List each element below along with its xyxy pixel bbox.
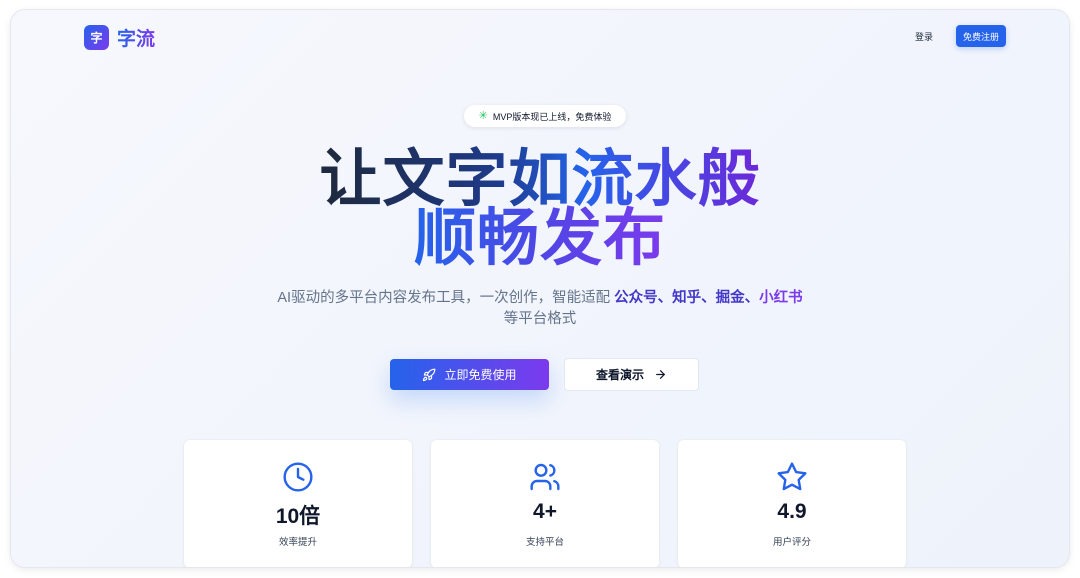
- stat-card-rating: 4.9 用户评分: [678, 440, 906, 567]
- platform-juejin: 掘金: [715, 290, 745, 306]
- logo-mark-icon: 字: [84, 25, 109, 50]
- signup-button[interactable]: 免费注册: [956, 25, 1006, 47]
- subtitle-suffix: 等平台格式: [503, 311, 577, 327]
- stat-value: 10倍: [275, 505, 321, 528]
- stat-label: 支持平台: [525, 537, 564, 548]
- hero-title-line-2: 顺畅发布: [11, 203, 1069, 275]
- stat-value: 4.9: [777, 500, 807, 523]
- stat-label: 用户评分: [772, 537, 811, 548]
- platform-sep: 、: [744, 290, 760, 306]
- hero-title-line-2-text: 顺畅发布: [413, 204, 666, 273]
- users-icon: [530, 463, 560, 491]
- login-link[interactable]: 登录: [915, 28, 933, 46]
- brand-logo[interactable]: 字 字流: [84, 24, 155, 51]
- view-demo-label: 查看演示: [595, 368, 644, 382]
- platform-sep: 、: [657, 290, 673, 306]
- arrow-right-icon: [656, 370, 665, 379]
- star-icon: [777, 462, 807, 491]
- start-free-button[interactable]: 立即免费使用: [390, 359, 549, 390]
- view-demo-button[interactable]: 查看演示: [564, 358, 699, 391]
- stat-value: 4+: [533, 500, 557, 523]
- platform-wechat: 公众号: [614, 290, 658, 306]
- clock-icon: [283, 462, 313, 492]
- app-window: 字 字流 登录 免费注册 ✳ MVP版本现已上线，免费体验 让文字如流水般 顺畅…: [11, 10, 1069, 567]
- logo-text: 字流: [117, 24, 155, 51]
- stat-card-platforms: 4+ 支持平台: [431, 440, 659, 567]
- hero-subtitle: AI驱动的多平台内容发布工具，一次创作，智能适配 公众号、知乎、掘金、小红书 等…: [11, 288, 1069, 330]
- rocket-icon: [423, 368, 436, 381]
- platform-sep: 、: [701, 290, 716, 306]
- announcement-text: MVP版本现已上线，免费体验: [492, 111, 612, 122]
- sparkle-icon: ✳: [478, 109, 488, 122]
- start-free-label: 立即免费使用: [444, 368, 517, 382]
- stat-label: 效率提升: [278, 537, 317, 548]
- stat-card-efficiency: 10倍 效率提升: [184, 440, 412, 567]
- announcement-badge: ✳ MVP版本现已上线，免费体验: [464, 105, 626, 127]
- platform-xiaohongshu: 小红书: [759, 290, 803, 306]
- subtitle-prefix: AI驱动的多平台内容发布工具，一次创作，智能适配: [277, 290, 611, 306]
- platform-zhihu: 知乎: [672, 290, 702, 306]
